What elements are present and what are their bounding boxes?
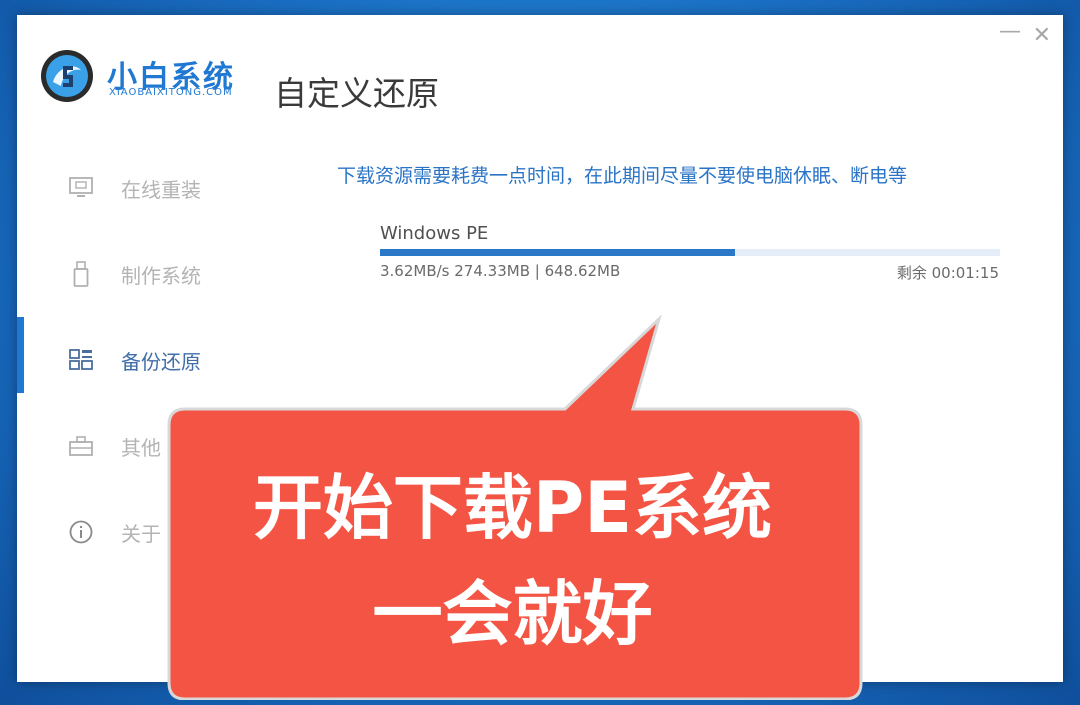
info-icon <box>67 518 95 546</box>
xiaobai-logo-icon <box>41 50 93 102</box>
close-button[interactable]: ✕ <box>1033 25 1051 47</box>
callout-line-2: 一会就好 <box>372 573 653 655</box>
sidebar-item-make-system[interactable]: 制作系统 <box>17 231 237 317</box>
page-title: 自定义还原 <box>274 74 439 113</box>
sidebar-item-label: 制作系统 <box>121 263 201 288</box>
sidebar-item-label: 其他 <box>121 435 161 460</box>
callout-line-1: 开始下载PE系统 <box>252 467 773 549</box>
download-remaining-time: 剩余 00:01:15 <box>896 264 999 282</box>
download-notice: 下载资源需要耗费一点时间，在此期间尽量不要使电脑休眠、断电等 <box>337 165 908 187</box>
sidebar-item-label: 关于 <box>121 521 161 546</box>
monitor-icon <box>67 174 95 202</box>
download-item-name: Windows PE <box>380 223 489 244</box>
toolbox-icon <box>67 432 95 460</box>
sidebar-item-online-reinstall[interactable]: 在线重装 <box>17 145 237 231</box>
brand-url: XIAOBAIXITONG.COM <box>109 87 233 98</box>
active-indicator <box>17 317 24 393</box>
usb-drive-icon <box>67 260 95 288</box>
grid-icon <box>67 346 95 374</box>
minimize-button[interactable]: — <box>999 21 1021 43</box>
download-stats: 3.62MB/s 274.33MB | 648.62MB <box>380 262 621 280</box>
sidebar-item-label: 在线重装 <box>121 177 201 202</box>
download-progress-bar <box>380 249 1000 256</box>
download-progress-fill <box>380 249 735 256</box>
